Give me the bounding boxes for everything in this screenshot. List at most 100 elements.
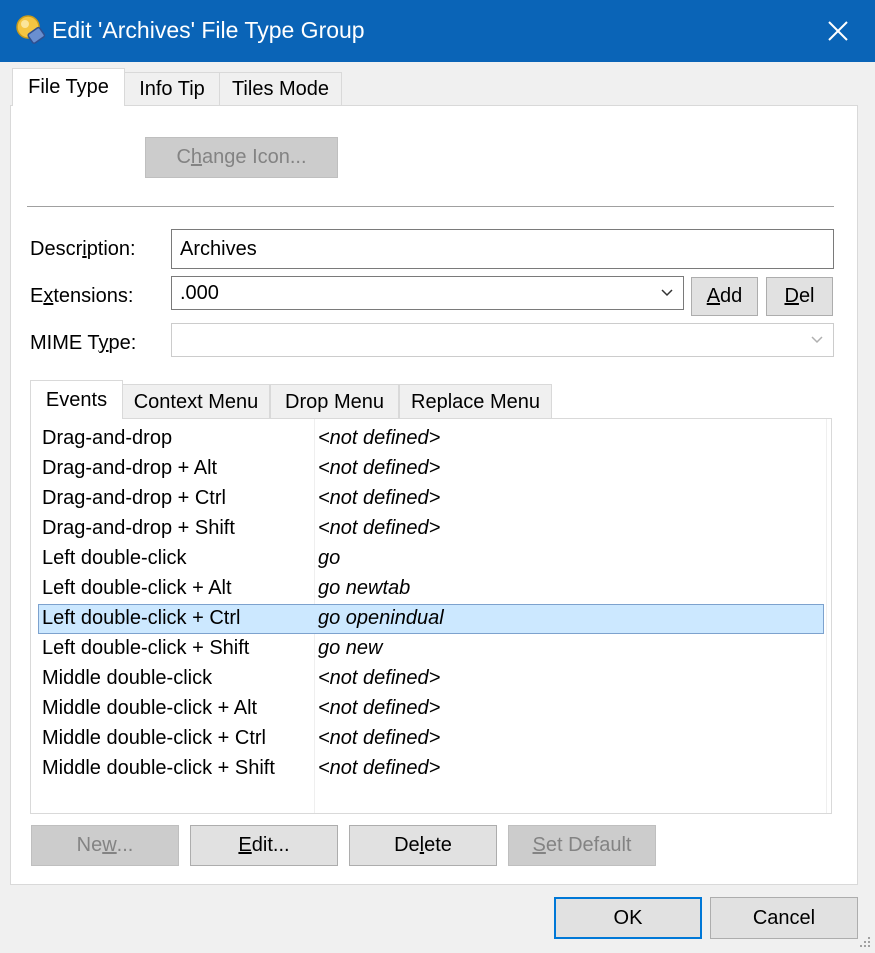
separator <box>27 206 834 207</box>
tab-label: Context Menu <box>133 390 259 413</box>
button-text: OK <box>613 906 643 929</box>
event-action: <not defined> <box>318 427 441 449</box>
tab-label: Replace Menu <box>411 390 540 413</box>
event-name: Drag-and-drop + Shift <box>42 517 235 539</box>
tab-label: Tiles Mode <box>231 78 330 100</box>
event-action: go new <box>318 637 383 659</box>
close-icon <box>828 21 848 41</box>
tab-label: Drop Menu <box>285 390 384 413</box>
list-item[interactable]: Drag-and-drop <not defined> <box>38 424 824 454</box>
app-icon <box>16 15 46 44</box>
list-item[interactable]: Drag-and-drop + Ctrl <not defined> <box>38 484 824 514</box>
tab-events[interactable]: Events <box>30 380 123 419</box>
chevron-down-icon[interactable] <box>811 336 823 344</box>
tab-replace-menu[interactable]: Replace Menu <box>399 384 552 419</box>
mnemonic: x <box>43 285 54 307</box>
mnemonic: D <box>784 285 799 307</box>
event-action: go <box>318 547 341 569</box>
tab-label: Info Tip <box>139 78 205 100</box>
events-list[interactable]: Drag-and-drop <not defined> Drag-and-drop… <box>30 418 832 814</box>
ok-button[interactable]: OK <box>554 897 702 939</box>
button-text: Cancel <box>752 906 816 929</box>
button-text: ete <box>424 834 452 856</box>
tab-drop-menu[interactable]: Drop Menu <box>270 384 399 419</box>
description-label: Description: <box>30 238 136 261</box>
cancel-button[interactable]: Cancel <box>710 897 858 939</box>
tab-label: File Type <box>28 76 109 98</box>
extensions-value: .000 <box>180 281 219 304</box>
button-text: dit... <box>251 834 290 856</box>
add-extension-button[interactable]: Add <box>691 277 758 316</box>
event-action: <not defined> <box>318 727 441 749</box>
tab-info-tip[interactable]: Info Tip <box>124 72 220 106</box>
tab-file-type[interactable]: File Type <box>12 68 125 106</box>
event-name: Middle double-click + Shift <box>42 757 275 779</box>
event-action: <not defined> <box>318 517 441 539</box>
event-name: Middle double-click + Ctrl <box>42 727 266 749</box>
label-text: Descr <box>30 238 83 260</box>
event-name: Drag-and-drop <box>42 427 173 449</box>
set-default-button[interactable]: Set Default <box>508 825 656 866</box>
event-name: Drag-and-drop + Alt <box>42 457 218 479</box>
change-icon-button[interactable]: Ch ange Icon... <box>145 137 338 178</box>
edit-event-button[interactable]: Edit... <box>190 825 338 866</box>
event-action: <not defined> <box>318 457 441 479</box>
event-action: go newtab <box>318 577 411 599</box>
scrollbar-track[interactable] <box>826 419 827 813</box>
label-text: MIME T <box>30 332 99 354</box>
button-text: ... <box>116 834 134 856</box>
list-item[interactable]: Drag-and-drop + Shift <not defined> <box>38 514 824 544</box>
button-text: C <box>176 146 191 168</box>
extensions-combobox[interactable]: .000 <box>171 276 684 310</box>
tab-tiles-mode[interactable]: Tiles Mode <box>219 72 342 106</box>
list-item[interactable]: Left double-click + Alt go newtab <box>38 574 824 604</box>
title-bar: Edit 'Archives' File Type Group <box>0 0 875 62</box>
label-text: tensions: <box>53 285 134 307</box>
button-text: dd <box>720 285 743 307</box>
event-name: Left double-click <box>42 547 187 569</box>
list-item[interactable]: Middle double-click + Alt <not defined> <box>38 694 824 724</box>
event-name: Left double-click + Ctrl <box>42 607 241 629</box>
window-title: Edit 'Archives' File Type Group <box>52 17 365 43</box>
close-button[interactable] <box>801 0 875 62</box>
extensions-label: Extensions: <box>30 285 133 308</box>
button-text: el <box>798 285 815 307</box>
mnemonic: E <box>238 834 252 856</box>
event-action: <not defined> <box>318 487 441 509</box>
mime-type-label: MIME Type: <box>30 332 136 355</box>
list-item[interactable]: Left double-click go <box>38 544 824 574</box>
resize-grip-icon[interactable] <box>857 935 871 949</box>
button-text: et Default <box>545 834 632 856</box>
event-action: go openindual <box>318 607 444 629</box>
mnemonic: h <box>190 146 203 168</box>
mnemonic: S <box>532 834 546 856</box>
delete-extension-button[interactable]: Del <box>766 277 833 316</box>
mime-type-combobox[interactable] <box>171 323 834 357</box>
list-item[interactable]: Left double-click + Shift go new <box>38 634 824 664</box>
label-text: E <box>30 285 44 307</box>
delete-event-button[interactable]: De l ete <box>349 825 497 866</box>
list-item[interactable]: Middle double-click + Ctrl <not defined> <box>38 724 824 754</box>
button-text: De <box>394 834 420 856</box>
list-item-selected[interactable]: Left double-click + Ctrl go openindual <box>38 604 824 634</box>
description-value: Archives <box>180 237 257 260</box>
mnemonic: A <box>706 285 721 307</box>
event-action: <not defined> <box>318 697 441 719</box>
event-name: Left double-click + Alt <box>42 577 232 599</box>
event-name: Middle double-click <box>42 667 213 689</box>
chevron-down-icon[interactable] <box>661 289 673 297</box>
list-item[interactable]: Middle double-click + Shift <not defined> <box>38 754 824 784</box>
mnemonic: y <box>98 332 109 354</box>
label-text: ption: <box>86 238 136 260</box>
event-action: <not defined> <box>318 757 441 779</box>
description-input[interactable]: Archives <box>171 229 834 269</box>
new-event-button[interactable]: Ne w... <box>31 825 179 866</box>
event-action: <not defined> <box>318 667 441 689</box>
list-item[interactable]: Drag-and-drop + Alt <not defined> <box>38 454 824 484</box>
tab-context-menu[interactable]: Context Menu <box>122 384 270 419</box>
event-name: Left double-click + Shift <box>42 637 250 659</box>
button-text: ange Icon... <box>202 146 307 168</box>
list-item[interactable]: Middle double-click <not defined> <box>38 664 824 694</box>
event-name: Middle double-click + Alt <box>42 697 258 719</box>
button-text: Ne <box>76 834 103 856</box>
